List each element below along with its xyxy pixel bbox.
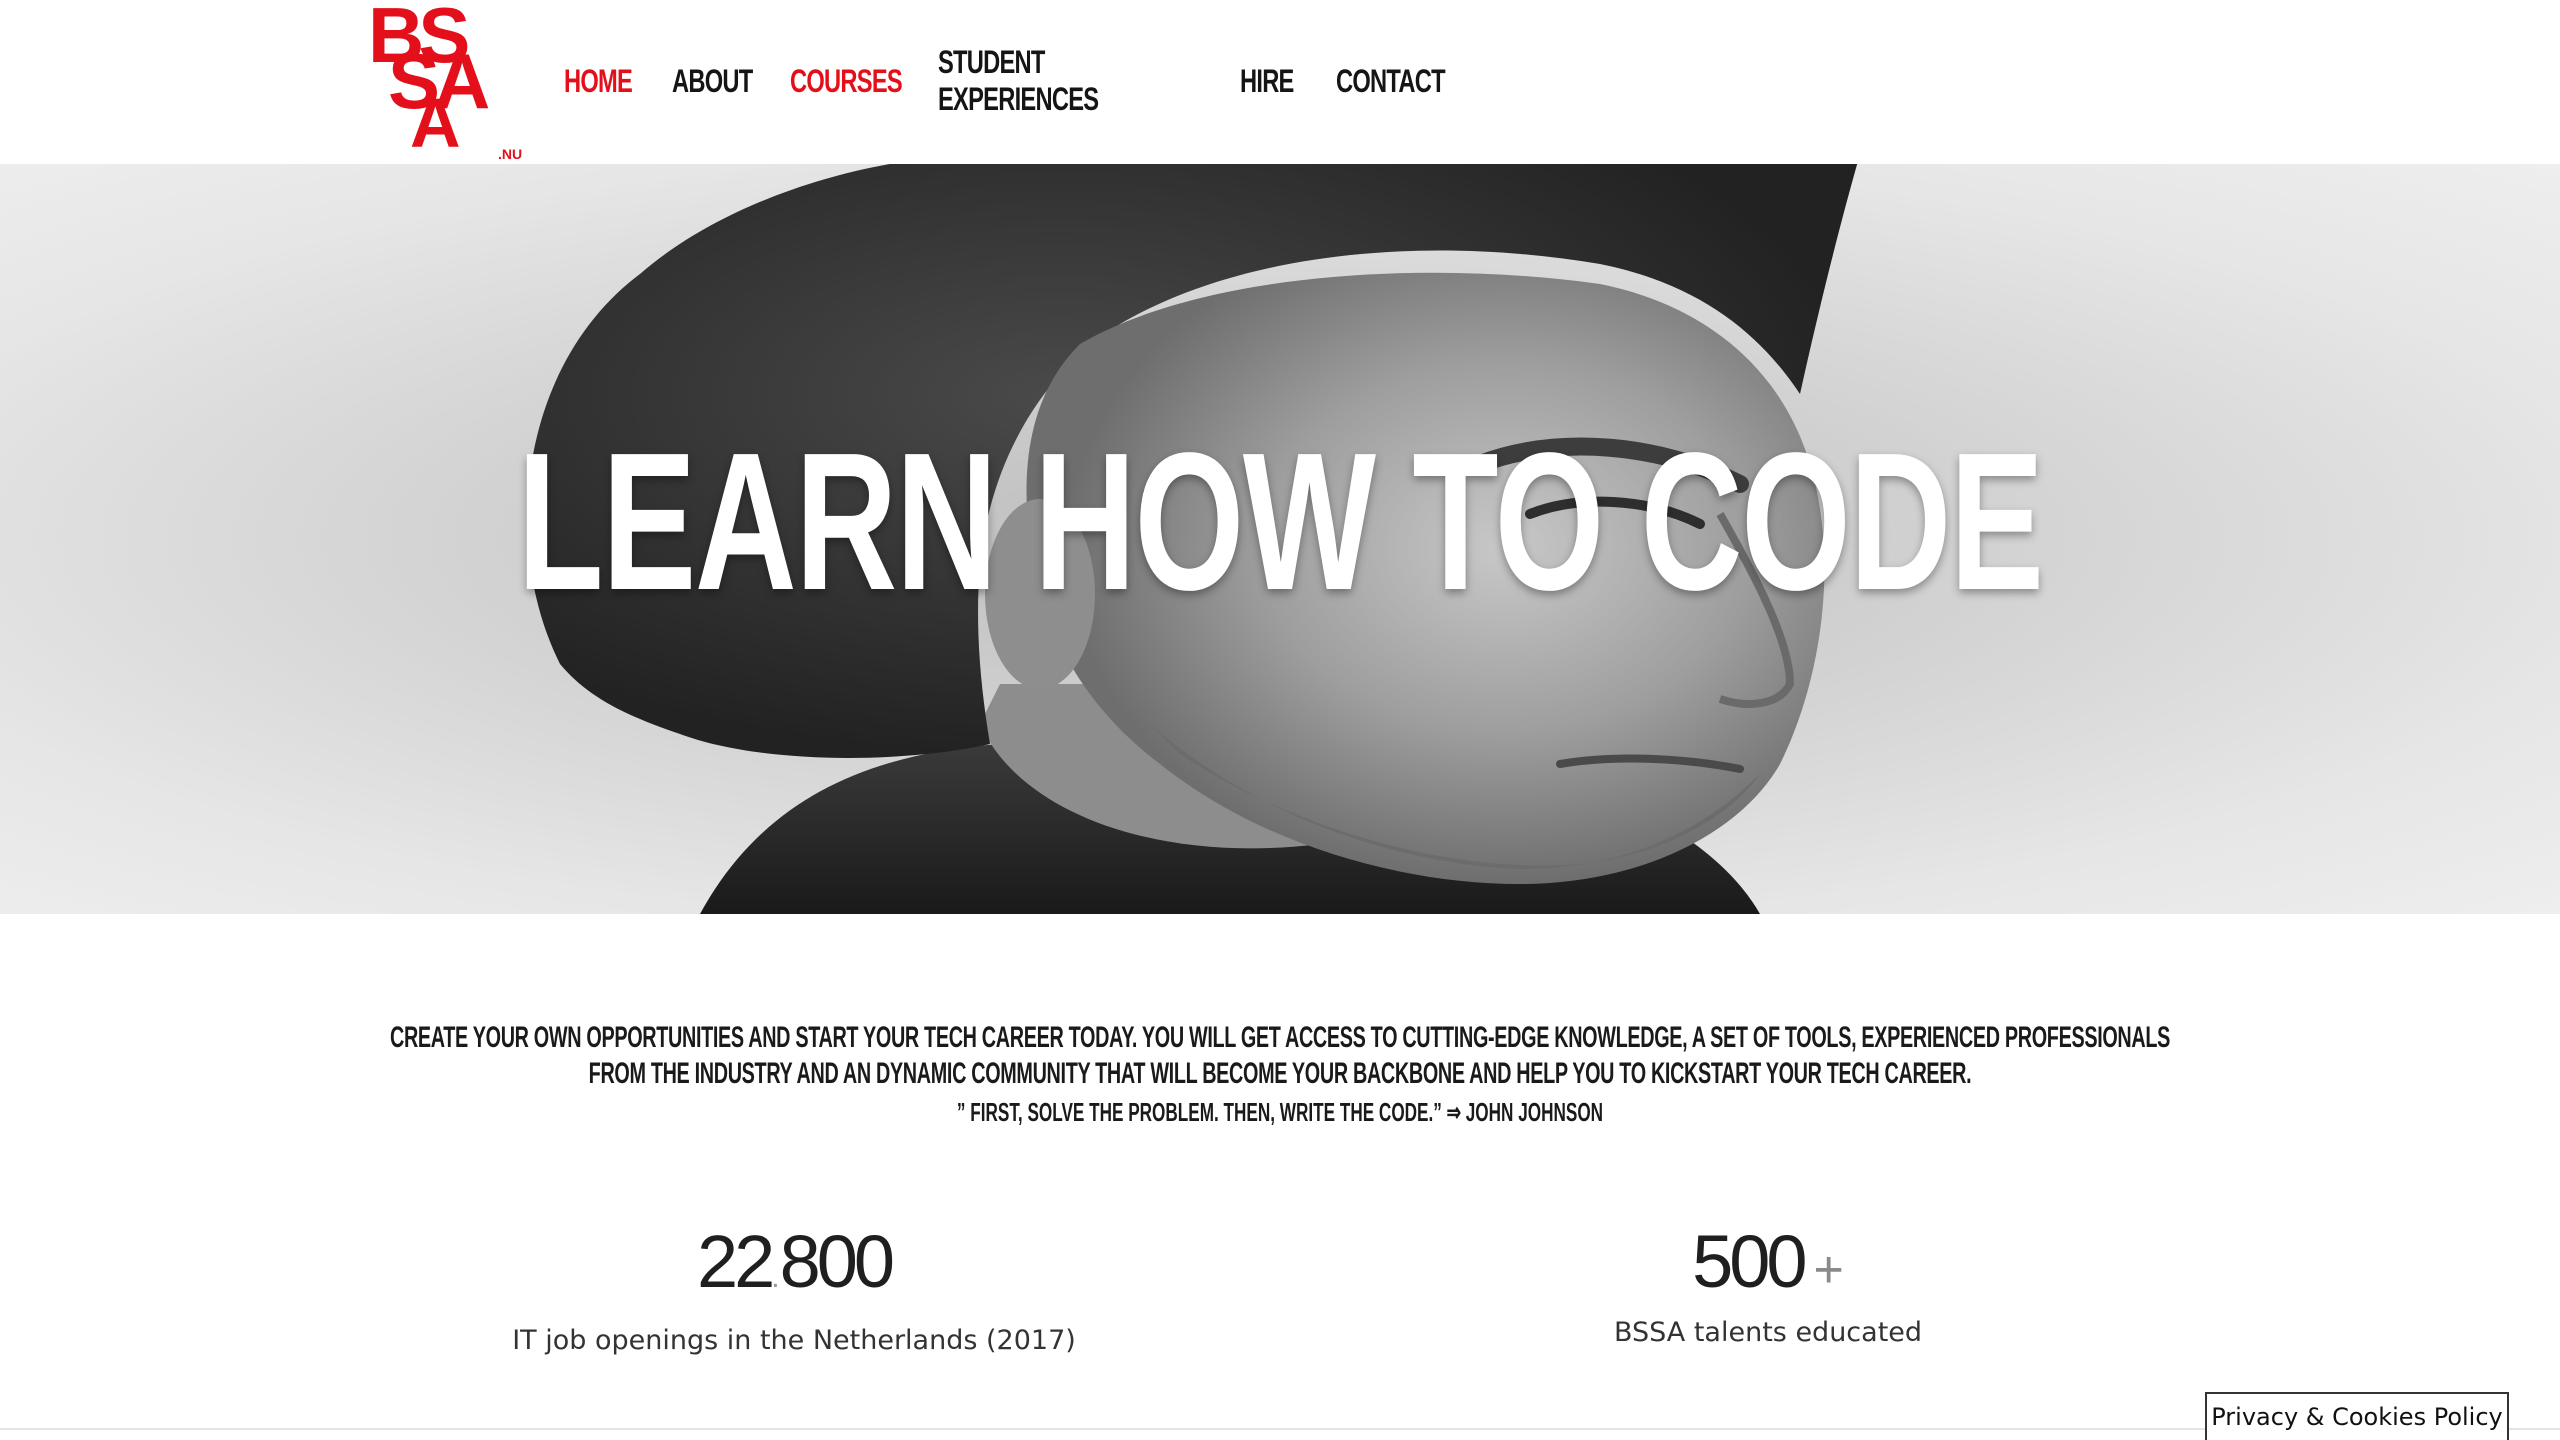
stat-talents-educated: 500 + BSSA talents educated [1368,1218,2168,1352]
nav-about[interactable]: ABOUT [672,63,753,100]
stat-job-openings: 22.800 IT job openings in the Netherland… [394,1218,1194,1360]
stat-number-main: 500 [1692,1220,1807,1303]
hero-title: LEARN HOW TO CODE [517,412,2044,631]
stat-number-suffix: + [1813,1241,1844,1299]
stat-number: 500 + [1368,1218,2168,1314]
section-divider [0,1428,2560,1430]
nav-student-experiences[interactable]: STUDENT EXPERIENCES [938,44,1127,118]
nav-courses[interactable]: COURSES [790,63,903,100]
stat-label: IT job openings in the Netherlands (2017… [512,1325,1076,1356]
site-header: BS SA A .NU HOME ABOUT COURSES STUDENT E… [0,0,2560,164]
main-nav: HOME ABOUT COURSES STUDENT EXPERIENCES H… [564,44,1482,117]
intro-section: Create your own opportunities and start … [360,1020,2200,1128]
nav-contact[interactable]: CONTACT [1336,63,1446,100]
logo-suffix: .NU [498,146,523,162]
nav-hire[interactable]: HIRE [1240,63,1294,100]
intro-text: Create your own opportunities and start … [389,1021,2171,1090]
stat-number-main: 22 [696,1220,775,1303]
intro-quote: ” First, solve the problem. Then, write … [956,1097,1604,1127]
nav-home[interactable]: HOME [564,63,633,100]
privacy-cookies-button[interactable]: Privacy & Cookies Policy [2205,1392,2509,1440]
logo-text-line-3: A [410,84,461,162]
stat-number-separator: . [771,1261,780,1294]
hero-banner: LEARN HOW TO CODE [0,164,2560,914]
page: BS SA A .NU HOME ABOUT COURSES STUDENT E… [0,0,2560,1440]
stat-label: BSSA talents educated [1613,1317,1923,1348]
stat-number-rest: 800 [779,1220,895,1303]
site-logo[interactable]: BS SA A .NU [366,0,526,164]
stat-number: 22.800 [394,1218,1194,1322]
